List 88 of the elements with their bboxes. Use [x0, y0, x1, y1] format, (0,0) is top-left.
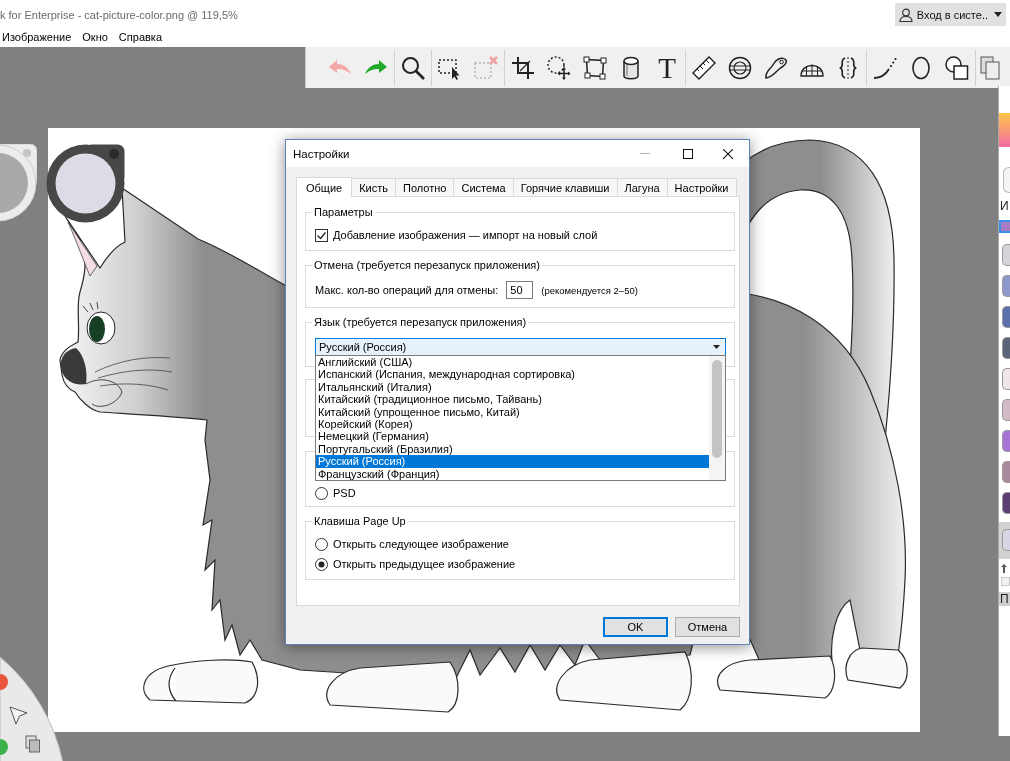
color-swatch[interactable]	[1002, 306, 1010, 328]
ruler-icon[interactable]	[692, 55, 716, 80]
dropdown-option[interactable]: Китайский (традиционное письмо, Тайвань)	[316, 393, 709, 406]
cat-muzzle	[85, 379, 123, 407]
ellipse-icon[interactable]	[909, 55, 933, 80]
menu-item[interactable]: Справка	[118, 31, 162, 43]
text-tool-button[interactable]: T	[658, 52, 676, 83]
number-field[interactable]: 50	[506, 281, 534, 299]
tab[interactable]: Лагуна	[617, 178, 668, 196]
color-swatch[interactable]	[1002, 337, 1010, 359]
cat-ear	[67, 221, 98, 277]
panel-field[interactable]	[1001, 577, 1010, 586]
language-dropdown[interactable]: Русский (Россия)	[315, 338, 726, 356]
panel-label: П	[999, 592, 1010, 606]
color-wheel-icon[interactable]	[0, 674, 8, 690]
color-swatch[interactable]	[1002, 461, 1010, 483]
color-swatch[interactable]	[1002, 244, 1010, 266]
hint-text: (рекомендуется 2–50)	[541, 284, 638, 296]
radio-label: Открыть предыдущее изображение	[333, 557, 516, 571]
tab[interactable]: Настройки	[667, 178, 737, 196]
color-swatch[interactable]	[1002, 492, 1010, 514]
crop-icon[interactable]	[511, 55, 535, 80]
color-gradient-strip[interactable]	[999, 113, 1010, 147]
dialog-title: Настройки	[292, 147, 350, 160]
copy-icon[interactable]	[980, 55, 1000, 80]
radio-label: PSD	[333, 486, 356, 500]
color-swatch[interactable]	[1002, 275, 1010, 297]
user-icon	[898, 7, 913, 22]
dropdown-option[interactable]: Французский (Франция)	[316, 467, 709, 480]
cat-paw	[845, 647, 908, 689]
circle-guide-icon[interactable]	[728, 55, 752, 80]
color-swatch[interactable]	[1002, 529, 1010, 551]
dropdown-option[interactable]: Русский (Россия)	[316, 455, 709, 468]
radio-label: Открыть следующее изображение	[333, 537, 509, 551]
transform-icon[interactable]	[583, 55, 607, 80]
close-icon[interactable]	[723, 148, 733, 159]
dropdown-option[interactable]: Корейский (Корея)	[316, 417, 709, 431]
dropdown-option[interactable]: Немецкий (Германия)	[316, 430, 709, 443]
color-puck[interactable]	[46, 144, 125, 223]
dropdown-option[interactable]: Испанский (Испания, международная сортировка)	[316, 368, 709, 381]
caret-icon	[713, 345, 720, 349]
dropdown-option[interactable]: Китайский (упрощенное письмо, Китай)	[316, 405, 709, 418]
dropdown-option[interactable]: Португальский (Бразилия)	[316, 442, 709, 456]
window-title: k for Enterprise - cat-picture-color.png @ 119,5%	[0, 8, 238, 21]
radio-button[interactable]	[315, 557, 328, 571]
pointer-icon[interactable]	[9, 706, 28, 725]
tab[interactable]: Система	[454, 178, 514, 196]
tab[interactable]: Кисть	[352, 178, 396, 196]
color-swatch[interactable]	[1002, 368, 1010, 390]
arrow-icon[interactable]	[1001, 564, 1007, 573]
dialog-button[interactable]: OK	[603, 617, 668, 637]
radio-button[interactable]	[315, 486, 328, 500]
dialog-button[interactable]: Отмена	[675, 617, 740, 637]
menu-item[interactable]: Изображение	[2, 31, 72, 43]
panel-field[interactable]	[1003, 167, 1010, 193]
dropdown-option[interactable]: Английский (США)	[316, 356, 709, 369]
shapes-icon[interactable]	[945, 55, 969, 80]
group-title: Язык (требуется перезапуск приложения)	[314, 316, 527, 328]
scrollbar-thumb[interactable]	[712, 360, 722, 458]
magnifier-icon[interactable]	[401, 55, 425, 80]
sign-in-button[interactable]: Вход в систе..	[894, 3, 1006, 26]
checkbox[interactable]	[315, 228, 328, 242]
current-color-swatch[interactable]	[999, 220, 1010, 233]
lasso-icon[interactable]	[547, 55, 571, 80]
checkbox-label: Добавление изображения — импорт на новый слой	[333, 228, 598, 242]
color-swatch[interactable]	[1002, 430, 1010, 452]
cat-eyelashes	[82, 301, 99, 313]
tab[interactable]: Полотно	[396, 178, 455, 196]
group-title: Параметры	[314, 206, 373, 218]
group-title: Клавиша Page Up	[314, 515, 406, 527]
radio-button[interactable]	[315, 537, 328, 551]
menu-item[interactable]: Окно	[82, 31, 108, 43]
tab[interactable]: Общие	[296, 177, 353, 197]
brush-puck[interactable]	[0, 144, 37, 222]
maximize-icon[interactable]	[683, 148, 693, 159]
color-swatch[interactable]	[1002, 399, 1010, 421]
dropdown-option[interactable]: Итальянский (Италия)	[316, 380, 709, 394]
panel-label: И	[1000, 199, 1009, 213]
cat-eye	[86, 311, 116, 345]
layers-icon[interactable]	[25, 735, 40, 753]
group-title: Отмена (требуется перезапуск приложения)	[314, 259, 540, 271]
field-label: Макс. кол-во операций для отмены:	[315, 283, 499, 297]
caret-icon	[994, 12, 1002, 17]
curve-icon[interactable]	[873, 55, 897, 80]
tab[interactable]: Горячие клавиши	[513, 178, 618, 196]
scrollbar[interactable]	[709, 356, 725, 480]
french-curve-icon[interactable]	[764, 55, 788, 80]
cat-nose	[60, 348, 87, 385]
